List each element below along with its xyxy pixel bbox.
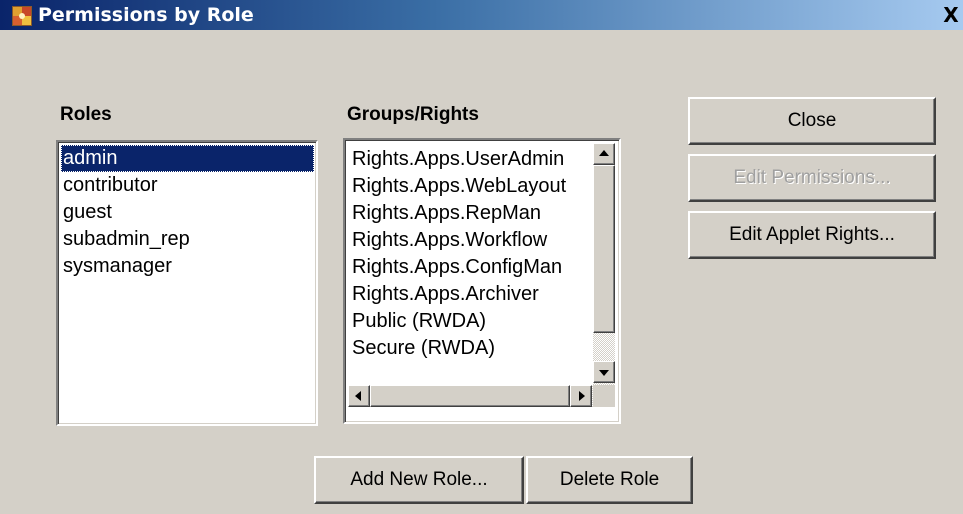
close-button-label: Close xyxy=(787,110,837,131)
add-new-role-label: Add New Role... xyxy=(350,469,488,490)
rights-item[interactable]: Rights.Apps.ConfigMan xyxy=(350,254,562,281)
roles-label: Roles xyxy=(60,104,112,125)
add-new-role-button[interactable]: Add New Role... xyxy=(314,456,524,504)
close-icon[interactable]: X xyxy=(940,5,962,27)
horizontal-scroll-thumb[interactable] xyxy=(370,385,570,407)
roles-list[interactable]: admin contributor guest subadmin_rep sys… xyxy=(56,140,318,426)
roles-item-admin[interactable]: admin xyxy=(61,145,314,172)
rights-item[interactable]: Rights.Apps.RepMan xyxy=(350,200,541,227)
edit-applet-rights-label: Edit Applet Rights... xyxy=(729,224,895,245)
rights-item[interactable]: Rights.Apps.Workflow xyxy=(350,227,547,254)
puzzle-app-icon xyxy=(12,6,32,26)
rights-list[interactable]: Rights.Apps.UserAdmin Rights.Apps.WebLay… xyxy=(343,138,621,424)
rights-label: Groups/Rights xyxy=(347,104,479,125)
vertical-scroll-thumb[interactable] xyxy=(593,165,615,333)
arrow-down-icon xyxy=(599,370,609,376)
arrow-up-icon xyxy=(599,150,609,156)
window-title: Permissions by Role xyxy=(38,4,254,26)
scroll-right-button[interactable] xyxy=(570,385,592,407)
scrollbar-corner xyxy=(593,385,615,407)
rights-item[interactable]: Rights.Apps.WebLayout xyxy=(350,173,566,200)
edit-applet-rights-button[interactable]: Edit Applet Rights... xyxy=(688,211,936,259)
roles-item-subadmin-rep[interactable]: subadmin_rep xyxy=(61,226,314,253)
rights-item[interactable]: Rights.Apps.UserAdmin xyxy=(350,146,564,173)
close-button[interactable]: Close xyxy=(688,97,936,145)
edit-permissions-label: Edit Permissions... xyxy=(733,167,891,188)
scroll-up-button[interactable] xyxy=(593,143,615,165)
edit-permissions-button[interactable]: Edit Permissions... xyxy=(688,154,936,202)
roles-item-sysmanager[interactable]: sysmanager xyxy=(61,253,314,280)
arrow-left-icon xyxy=(355,391,361,401)
roles-item-guest[interactable]: guest xyxy=(61,199,314,226)
delete-role-label: Delete Role xyxy=(559,469,660,490)
delete-role-button[interactable]: Delete Role xyxy=(526,456,693,504)
roles-item-contributor[interactable]: contributor xyxy=(61,172,314,199)
rights-item[interactable]: Rights.Apps.Archiver xyxy=(350,281,539,308)
title-bar[interactable]: Permissions by Role xyxy=(0,0,963,30)
scroll-left-button[interactable] xyxy=(348,385,370,407)
rights-item[interactable]: Secure (RWDA) xyxy=(350,335,495,362)
rights-item[interactable]: Public (RWDA) xyxy=(350,308,486,335)
scroll-down-button[interactable] xyxy=(593,361,615,383)
arrow-right-icon xyxy=(579,391,585,401)
